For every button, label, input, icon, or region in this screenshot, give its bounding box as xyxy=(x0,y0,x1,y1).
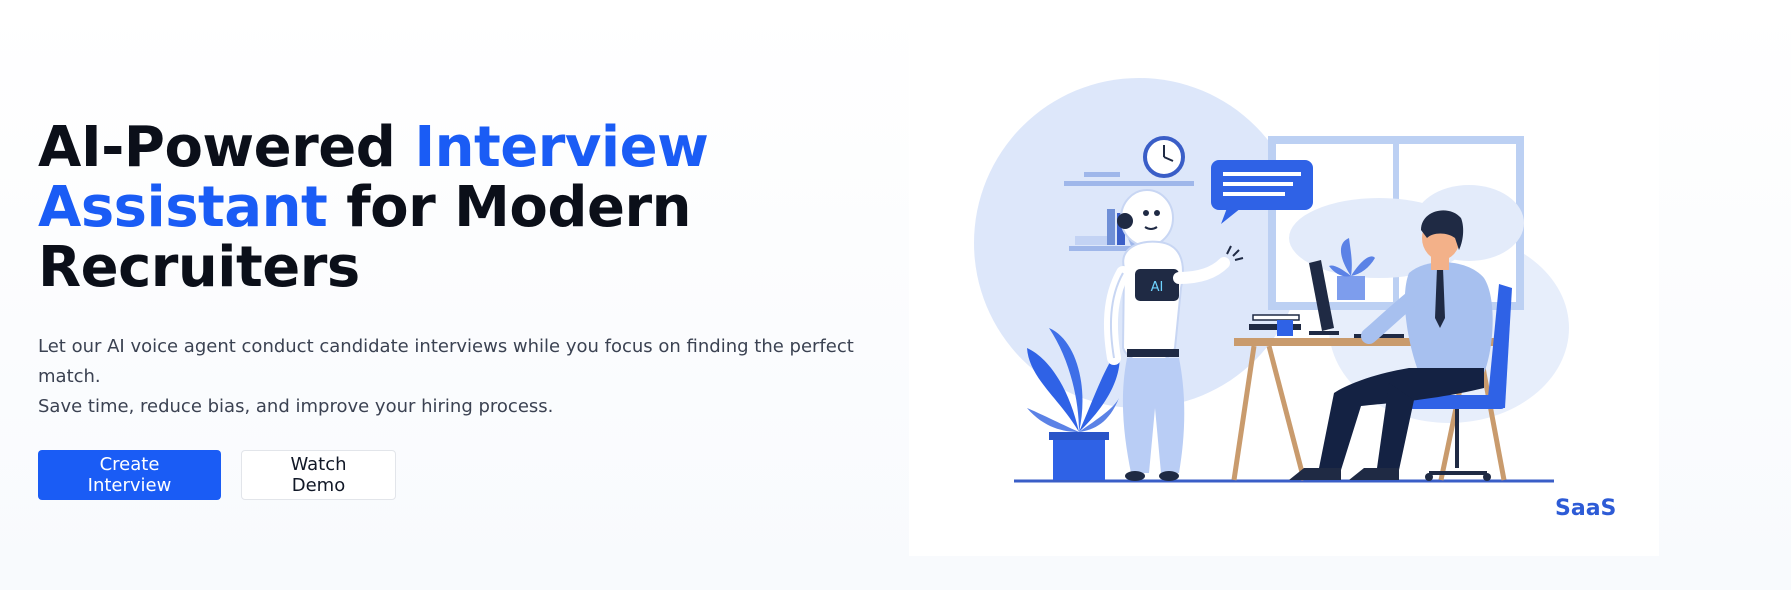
robot-interview-illustration: AI SaaS xyxy=(974,78,1616,521)
brand-label: SaaS xyxy=(1555,496,1616,521)
hero-text-section: AI-Powered Interview Assistant for Moder… xyxy=(38,118,918,500)
headline-text-for-modern: for Modern xyxy=(327,175,691,240)
hero-subtext: Let our AI voice agent conduct candidate… xyxy=(38,332,918,422)
subtext-line-1: Let our AI voice agent conduct candidate… xyxy=(38,336,854,387)
headline-text: AI-Powered xyxy=(38,115,415,180)
hero-illustration: AI SaaS xyxy=(909,28,1659,556)
hero-headline: AI-Powered Interview Assistant for Moder… xyxy=(38,118,918,298)
cta-buttons: Create Interview Watch Demo xyxy=(38,450,918,500)
headline-accent-interview: Interview xyxy=(414,115,709,180)
create-interview-button[interactable]: Create Interview xyxy=(38,450,221,500)
clock-icon xyxy=(1143,136,1185,178)
subtext-line-2: Save time, reduce bias, and improve your… xyxy=(38,396,554,417)
watch-demo-button[interactable]: Watch Demo xyxy=(241,450,396,500)
robot-chest-label: AI xyxy=(1151,280,1164,295)
headline-accent-assistant: Assistant xyxy=(38,175,328,240)
headline-text-recruiters: Recruiters xyxy=(38,235,360,300)
